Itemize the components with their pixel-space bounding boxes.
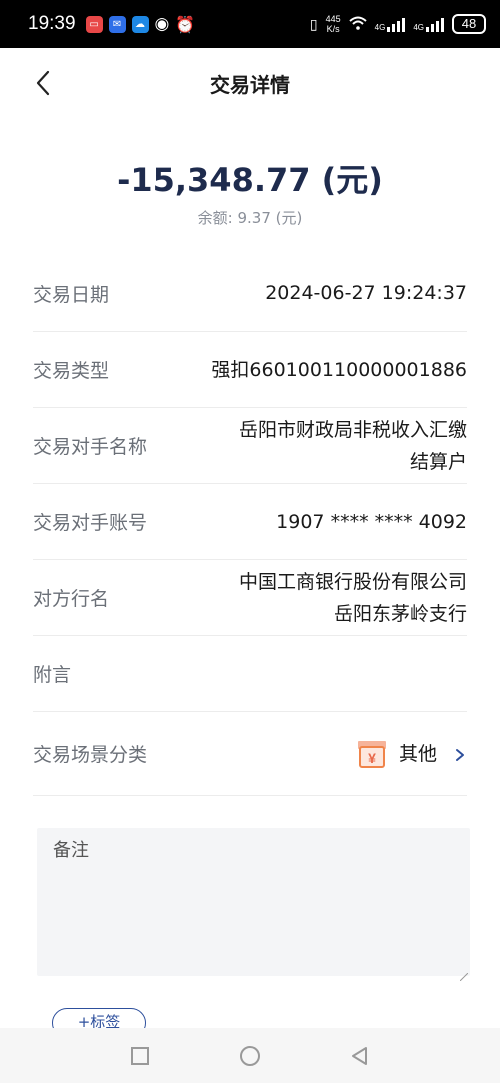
page-title: 交易详情 [210,72,290,97]
label-counterparty-name: 交易对手名称 [33,436,148,458]
detail-list: 交易日期 2024-06-27 19:24:37 交易类型 强扣66010011… [33,255,467,796]
row-memo: 附言 [33,636,467,712]
app-notification-icon-2: ✉ [108,15,126,33]
back-icon[interactable] [30,68,60,98]
row-bank-name: 对方行名 中国工商银行股份有限公司 岳阳东茅岭支行 [33,560,467,636]
recent-apps-icon[interactable] [129,1045,151,1067]
eye-icon: ◉ [154,14,170,34]
page-header: 交易详情 [0,48,500,118]
label-memo: 附言 [33,664,72,686]
scene-category-selector[interactable]: ¥ 其他 [355,737,467,771]
resize-handle-icon[interactable] [459,966,469,982]
value-counterparty-name: 岳阳市财政局非税收入汇缴 结算户 [238,418,467,473]
transaction-amount: -15,348.77 (元) [117,161,383,199]
system-navigation-bar [0,1028,500,1083]
app-notification-icon-1: ▭ [85,15,103,33]
value-transaction-type: 强扣660100110000001886 [211,358,467,381]
balance-text: 余额: 9.37 (元) [197,209,303,227]
label-bank-name: 对方行名 [33,588,110,610]
alarm-icon: ⏰ [175,14,196,34]
home-icon[interactable] [239,1045,261,1067]
row-transaction-date: 交易日期 2024-06-27 19:24:37 [33,255,467,332]
vibrate-icon: ▯ [309,15,318,32]
chevron-right-icon [453,747,467,761]
label-scene-category: 交易场景分类 [33,744,148,766]
note-field[interactable]: 备注 [37,828,470,982]
status-bar: 19:39 ▭ ✉ ☁ ◉ ⏰ ▯ 445 K/s 4G 4G 48 [0,0,500,48]
row-transaction-type: 交易类型 强扣660100110000001886 [33,332,467,408]
note-label: 备注 [53,840,89,861]
app-notification-icon-3: ☁ [131,15,149,33]
network-speed: 445 K/s [325,14,341,34]
signal-icon-1: 4G [375,16,406,32]
scene-category-icon: ¥ [355,737,389,771]
value-transaction-date: 2024-06-27 19:24:37 [265,282,467,304]
row-scene-category[interactable]: 交易场景分类 ¥ 其他 [33,712,467,796]
back-nav-icon[interactable] [349,1045,371,1067]
status-time: 19:39 [28,13,76,34]
signal-icon-2: 4G [413,16,444,32]
label-transaction-date: 交易日期 [33,283,110,306]
row-counterparty-name: 交易对手名称 岳阳市财政局非税收入汇缴 结算户 [33,408,467,484]
wifi-icon [348,16,367,33]
row-counterparty-account: 交易对手账号 1907 **** **** 4092 [33,484,467,560]
value-scene-category: 其他 [398,742,437,765]
svg-text:¥: ¥ [368,750,376,766]
value-bank-name: 中国工商银行股份有限公司 岳阳东茅岭支行 [238,570,467,625]
value-counterparty-account: 1907 **** **** 4092 [276,510,467,533]
label-transaction-type: 交易类型 [33,360,110,382]
battery-indicator: 48 [452,14,486,34]
label-counterparty-account: 交易对手账号 [33,512,148,534]
